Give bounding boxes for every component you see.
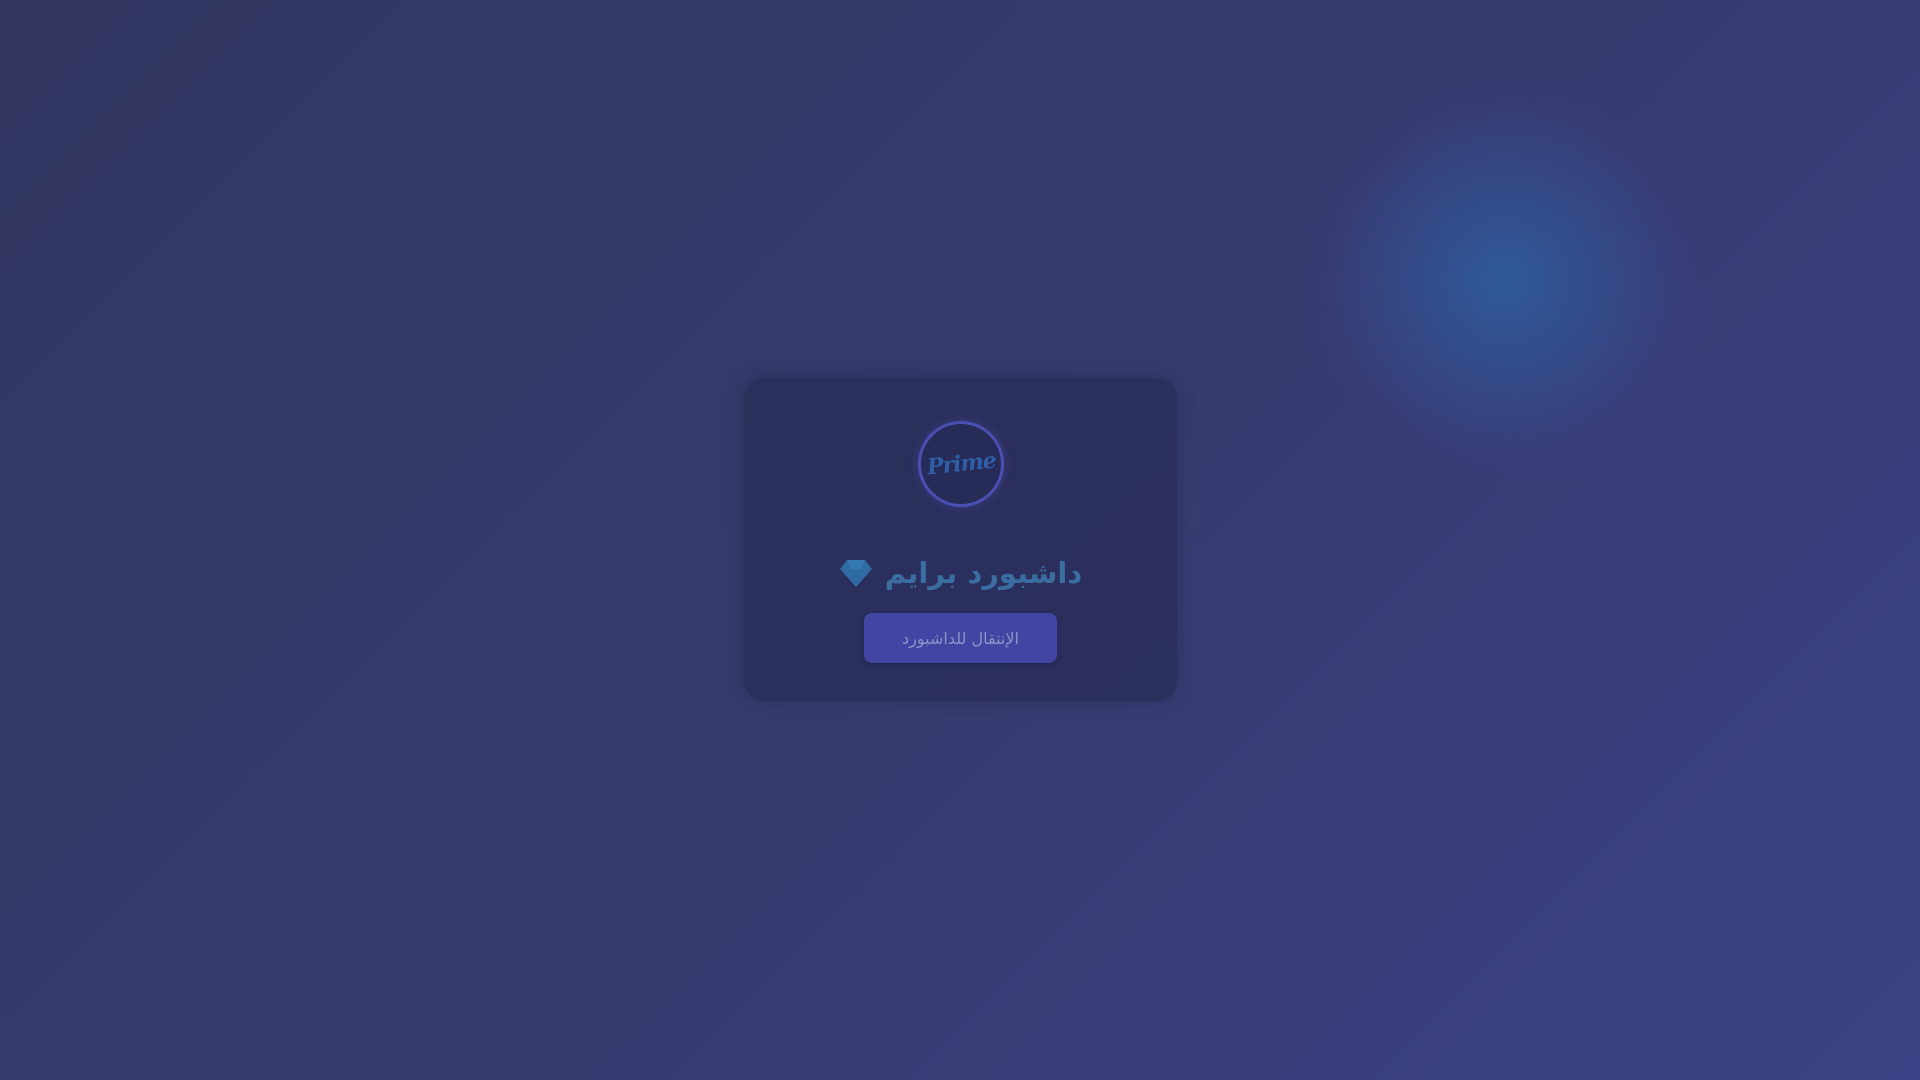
- page-title: داشبورد برايم: [884, 556, 1083, 590]
- background-glow: [1295, 70, 1715, 490]
- diamond-icon: [839, 560, 872, 587]
- title-row: داشبورد برايم: [744, 553, 1177, 593]
- logo-text: Prime: [925, 447, 997, 481]
- prime-logo: Prime: [918, 421, 1004, 507]
- go-to-dashboard-button[interactable]: الإنتقال للداشبورد: [864, 613, 1057, 663]
- login-card: Prime داشبورد برايم الإنتقال للداشبورد: [744, 378, 1177, 701]
